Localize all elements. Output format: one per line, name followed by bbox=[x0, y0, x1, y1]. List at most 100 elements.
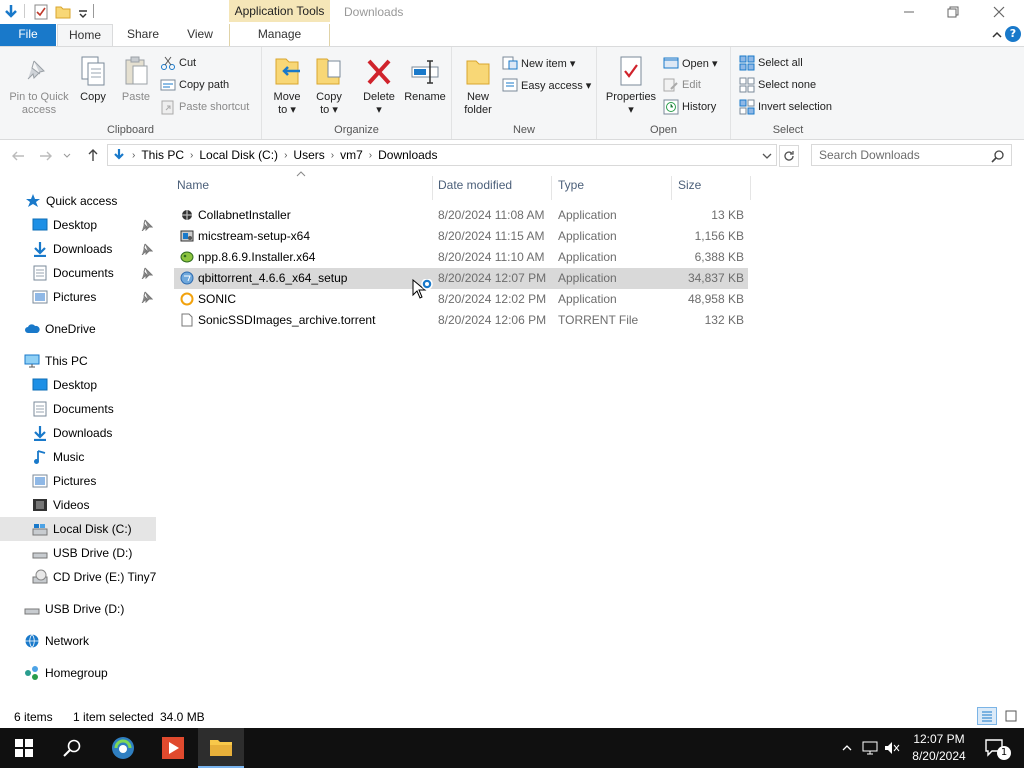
properties-button[interactable]: Properties ▾ bbox=[603, 53, 659, 117]
recent-locations-chevron-icon[interactable] bbox=[62, 151, 72, 161]
refresh-icon[interactable] bbox=[779, 145, 799, 167]
nav-quick-access[interactable]: Quick access bbox=[0, 189, 156, 213]
column-header-date[interactable]: Date modified bbox=[438, 178, 512, 196]
pin-icon[interactable] bbox=[141, 291, 153, 303]
tab-file[interactable]: File bbox=[0, 24, 56, 46]
nav-pc-downloads[interactable]: Downloads bbox=[0, 421, 156, 445]
browser-icon[interactable] bbox=[100, 728, 146, 768]
pin-icon[interactable] bbox=[141, 243, 153, 255]
restore-icon[interactable] bbox=[930, 0, 976, 24]
search-icon[interactable] bbox=[991, 149, 1005, 163]
breadcrumb-downloads[interactable]: Downloads bbox=[374, 148, 441, 162]
rename-button[interactable]: Rename bbox=[402, 53, 448, 104]
move-to-button[interactable]: Move to ▾ bbox=[268, 53, 306, 117]
minimize-icon[interactable] bbox=[886, 0, 932, 24]
paste-button[interactable]: Paste bbox=[116, 53, 156, 104]
action-center-icon[interactable]: 1 bbox=[980, 728, 1011, 768]
customize-qat-icon[interactable] bbox=[75, 4, 91, 20]
paste-shortcut-button[interactable]: Paste shortcut bbox=[160, 97, 249, 117]
copy-path-button[interactable]: Copy path bbox=[160, 75, 229, 95]
nav-usb-drive[interactable]: USB Drive (D:) bbox=[0, 541, 156, 565]
pin-to-quick-access-button[interactable]: Pin to Quick access bbox=[6, 53, 72, 117]
search-taskbar-icon[interactable] bbox=[50, 728, 94, 768]
pin-icon[interactable] bbox=[141, 219, 153, 231]
address-history-chevron-icon[interactable] bbox=[760, 149, 774, 163]
nav-pc-documents[interactable]: Documents bbox=[0, 397, 156, 421]
column-divider[interactable] bbox=[432, 176, 433, 200]
column-header-type[interactable]: Type bbox=[558, 178, 584, 196]
up-arrow-icon[interactable] bbox=[85, 147, 101, 163]
file-row[interactable]: npp.8.6.9.Installer.x64 8/20/2024 11:10 … bbox=[174, 247, 748, 268]
nav-cd-drive[interactable]: CD Drive (E:) Tiny7 : bbox=[0, 565, 156, 589]
column-divider[interactable] bbox=[671, 176, 672, 200]
cut-button[interactable]: Cut bbox=[160, 53, 196, 73]
history-button[interactable]: History bbox=[663, 97, 716, 117]
column-divider[interactable] bbox=[551, 176, 552, 200]
open-button[interactable]: Open ▾ bbox=[663, 53, 718, 73]
copy-button[interactable]: Copy bbox=[74, 53, 112, 104]
nav-pc-music[interactable]: Music bbox=[0, 445, 156, 469]
nav-homegroup[interactable]: Homegroup bbox=[0, 661, 156, 685]
file-type: Application bbox=[558, 229, 617, 243]
nav-this-pc[interactable]: This PC bbox=[0, 349, 156, 373]
tab-view[interactable]: View bbox=[172, 24, 228, 46]
file-row[interactable]: SONIC 8/20/2024 12:02 PM Application 48,… bbox=[174, 289, 748, 310]
tray-chevron-up-icon[interactable] bbox=[838, 728, 856, 768]
nav-qa-documents[interactable]: Documents bbox=[0, 261, 156, 285]
delete-button[interactable]: Delete ▾ bbox=[358, 53, 400, 117]
easy-access-button[interactable]: Easy access ▾ bbox=[502, 75, 591, 95]
nav-usb-drive-root[interactable]: USB Drive (D:) bbox=[0, 597, 156, 621]
nav-pc-desktop[interactable]: Desktop bbox=[0, 373, 156, 397]
back-arrow-icon[interactable] bbox=[10, 148, 26, 164]
start-windows-icon[interactable] bbox=[0, 728, 48, 768]
column-divider[interactable] bbox=[750, 176, 751, 200]
help-icon[interactable]: ? bbox=[1005, 26, 1021, 42]
forward-arrow-icon[interactable] bbox=[38, 148, 54, 164]
nav-qa-downloads[interactable]: Downloads bbox=[0, 237, 156, 261]
open-icon bbox=[663, 57, 679, 69]
nav-network[interactable]: Network bbox=[0, 629, 156, 653]
breadcrumb-this-pc[interactable]: This PC bbox=[137, 148, 188, 162]
close-icon[interactable] bbox=[976, 0, 1022, 24]
volume-muted-icon[interactable] bbox=[882, 728, 902, 768]
tab-manage[interactable]: Manage bbox=[229, 24, 330, 46]
file-row[interactable]: micstream-setup-x64 8/20/2024 11:15 AM A… bbox=[174, 226, 748, 247]
nav-pc-pictures[interactable]: Pictures bbox=[0, 469, 156, 493]
file-row[interactable]: CollabnetInstaller 8/20/2024 11:08 AM Ap… bbox=[174, 205, 748, 226]
breadcrumb-users[interactable]: Users bbox=[289, 148, 328, 162]
media-player-icon[interactable] bbox=[150, 728, 196, 768]
nav-pc-videos[interactable]: Videos bbox=[0, 493, 156, 517]
nav-qa-pictures[interactable]: Pictures bbox=[0, 285, 156, 309]
search-input[interactable]: Search Downloads bbox=[811, 144, 1012, 166]
column-header-size[interactable]: Size bbox=[678, 178, 701, 196]
breadcrumb-local-disk[interactable]: Local Disk (C:) bbox=[195, 148, 282, 162]
invert-selection-button[interactable]: Invert selection bbox=[739, 97, 832, 117]
network-tray-icon[interactable] bbox=[860, 728, 880, 768]
new-folder-qat-icon[interactable] bbox=[55, 4, 71, 20]
breadcrumb-vm7[interactable]: vm7 bbox=[336, 148, 367, 162]
edit-button[interactable]: Edit bbox=[663, 75, 701, 95]
column-header-name[interactable]: Name bbox=[177, 178, 209, 196]
select-all-button[interactable]: Select all bbox=[739, 53, 803, 73]
address-bar[interactable]: › This PC › Local Disk (C:) › Users › vm… bbox=[107, 144, 777, 166]
details-view-icon[interactable] bbox=[977, 707, 997, 725]
large-icons-view-icon[interactable] bbox=[1001, 707, 1021, 725]
tab-home[interactable]: Home bbox=[57, 24, 113, 47]
ribbon-collapse-icon[interactable] bbox=[989, 27, 1005, 43]
tab-share[interactable]: Share bbox=[114, 24, 172, 46]
properties-check-icon[interactable] bbox=[33, 4, 49, 20]
new-item-button[interactable]: New item ▾ bbox=[502, 53, 575, 73]
select-none-button[interactable]: Select none bbox=[739, 75, 816, 95]
pin-icon[interactable] bbox=[141, 267, 153, 279]
explorer-down-arrow-icon[interactable] bbox=[3, 4, 19, 20]
taskbar-clock[interactable]: 12:07 PM 8/20/2024 bbox=[900, 731, 978, 765]
nav-local-disk[interactable]: Local Disk (C:) bbox=[0, 517, 156, 541]
copy-to-button[interactable]: Copy to ▾ bbox=[310, 53, 348, 117]
file-row-selected[interactable]: qbittorrent_4.6.6_x64_setup 8/20/2024 12… bbox=[174, 268, 748, 289]
file-row[interactable]: SonicSSDImages_archive.torrent 8/20/2024… bbox=[174, 310, 748, 331]
file-name: SonicSSDImages_archive.torrent bbox=[198, 313, 376, 327]
nav-onedrive[interactable]: OneDrive bbox=[0, 317, 156, 341]
file-explorer-taskbar-icon[interactable] bbox=[198, 728, 244, 768]
nav-qa-desktop[interactable]: Desktop bbox=[0, 213, 156, 237]
new-folder-button[interactable]: New folder bbox=[458, 53, 498, 117]
